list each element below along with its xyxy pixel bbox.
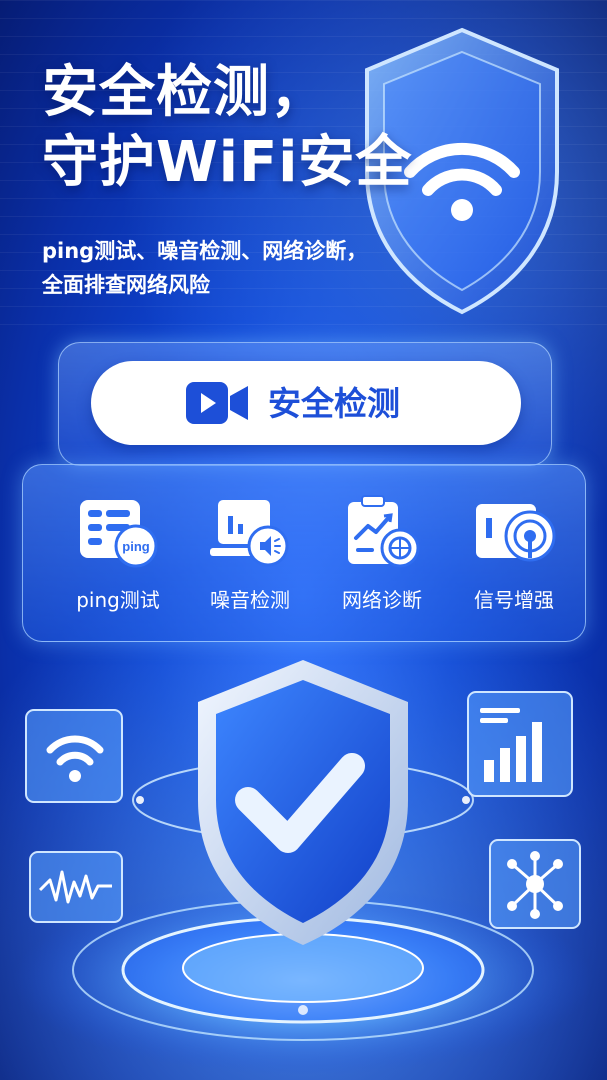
hero-subtitle-line2: 全面排查网络风险: [42, 273, 210, 297]
ping-test-icon: ping: [80, 500, 158, 568]
noise-detection-icon: [210, 500, 289, 567]
network-diagnosis-icon: [348, 495, 420, 568]
hero-title-line2: 守护WiFi安全: [42, 130, 413, 195]
wifi-card-icon: [25, 709, 123, 803]
network-nodes-card-icon: [489, 839, 581, 929]
waveform-card-icon: [29, 851, 123, 923]
sparkle: [462, 796, 470, 804]
feature-network-diagnosis[interactable]: 网络诊断: [316, 494, 448, 622]
video-camera-icon: [186, 382, 248, 424]
sparkle: [298, 1005, 308, 1015]
hero-title: 安全检测， 守护WiFi安全: [42, 58, 412, 198]
feature-ping-test[interactable]: ping ping测试: [52, 494, 184, 622]
feature-label: ping测试: [76, 588, 160, 612]
feature-signal-boost[interactable]: 信号增强: [448, 494, 580, 622]
feature-label: 信号增强: [474, 588, 554, 612]
ping-icon-text: ping: [122, 539, 149, 554]
sparkle: [136, 796, 144, 804]
security-scan-label[interactable]: 安全检测: [268, 382, 400, 426]
security-scene-illustration: [13, 660, 593, 1075]
feature-label: 网络诊断: [342, 588, 422, 612]
feature-noise-detection[interactable]: 噪音检测: [184, 494, 316, 622]
hero-title-line1: 安全检测，: [42, 60, 327, 125]
feature-label: 噪音检测: [210, 588, 290, 612]
hero-subtitle-line1: ping测试、噪音检测、网络诊断，: [42, 239, 368, 263]
hero-subtitle: ping测试、噪音检测、网络诊断， 全面排查网络风险: [42, 234, 367, 302]
bar-chart-card-icon: [467, 691, 573, 797]
signal-boost-icon: [476, 504, 556, 562]
